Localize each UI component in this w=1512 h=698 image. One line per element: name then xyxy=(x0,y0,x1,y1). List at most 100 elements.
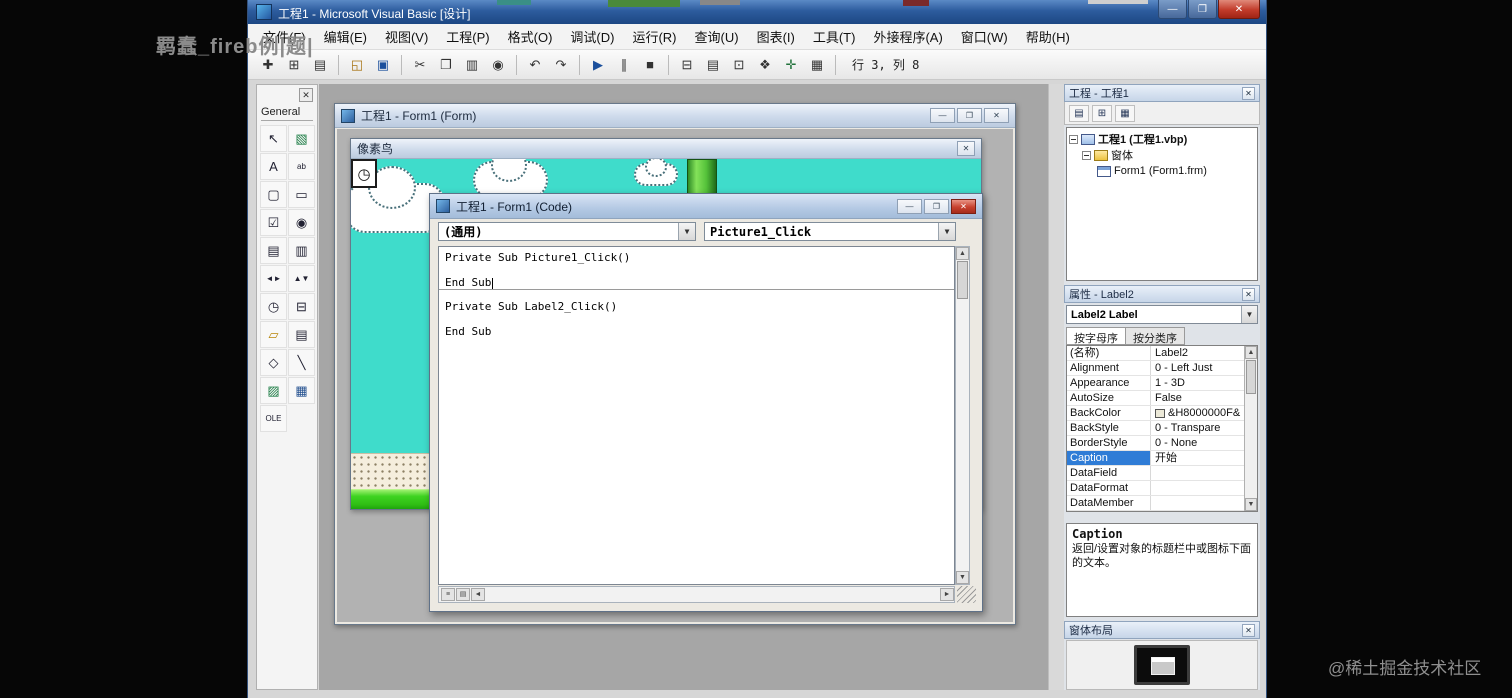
break-button[interactable]: ∥ xyxy=(612,53,636,77)
redo-button[interactable]: ↷ xyxy=(549,53,573,77)
scroll-down-icon[interactable]: ▼ xyxy=(1245,498,1257,511)
procedure-view-button[interactable]: ≡ xyxy=(441,588,455,601)
form-designer-titlebar[interactable]: 工程1 - Form1 (Form) xyxy=(335,104,1015,128)
toolbox-close-icon[interactable] xyxy=(299,88,313,102)
chevron-down-icon[interactable]: ▼ xyxy=(1241,306,1257,323)
tool-combobox[interactable]: ▤ xyxy=(260,237,287,264)
tab-categorized[interactable]: 按分类序 xyxy=(1125,327,1185,345)
tool-dirlistbox[interactable]: ▱ xyxy=(260,321,287,348)
form-position-thumbnail[interactable] xyxy=(1151,657,1175,675)
form-layout-button[interactable]: ⊡ xyxy=(727,53,751,77)
tool-vscrollbar[interactable]: ▲▼ xyxy=(288,265,315,292)
menu-item-debug[interactable]: 调试(D) xyxy=(561,24,623,49)
menu-item-query[interactable]: 查询(U) xyxy=(686,24,748,49)
timer-control-icon[interactable]: ◷ xyxy=(351,159,377,188)
close-icon[interactable] xyxy=(1242,86,1255,100)
code-window-titlebar[interactable]: 工程1 - Form1 (Code) xyxy=(430,194,982,219)
menu-item-help[interactable]: 帮助(H) xyxy=(1017,24,1079,49)
vertical-scrollbar[interactable]: ▲ ▼ xyxy=(1244,346,1257,511)
menu-item-view[interactable]: 视图(V) xyxy=(376,24,437,49)
start-button[interactable]: ▶ xyxy=(586,53,610,77)
tool-line[interactable]: ╲ xyxy=(288,349,315,376)
property-row[interactable]: Alignment 0 - Left Just xyxy=(1067,361,1257,376)
tool-listbox[interactable]: ▥ xyxy=(288,237,315,264)
scroll-up-icon[interactable]: ▲ xyxy=(1245,346,1257,359)
cut-button[interactable]: ✂ xyxy=(408,53,432,77)
close-button[interactable]: ✕ xyxy=(1218,0,1260,19)
property-row[interactable]: BorderStyle 0 - None xyxy=(1067,436,1257,451)
undo-button[interactable]: ↶ xyxy=(523,53,547,77)
tool-checkbox[interactable]: ☑ xyxy=(260,209,287,236)
chevron-down-icon[interactable]: ▼ xyxy=(938,223,955,240)
copy-button[interactable]: ❐ xyxy=(434,53,458,77)
resize-grip[interactable] xyxy=(957,586,976,603)
form-layout-header[interactable]: 窗体布局 xyxy=(1064,621,1260,639)
tool-timer[interactable]: ◷ xyxy=(260,293,287,320)
property-row[interactable]: (名称) Label2 xyxy=(1067,346,1257,361)
object-browser-button[interactable]: ❖ xyxy=(753,53,777,77)
minimize-button[interactable] xyxy=(897,198,922,214)
vertical-scrollbar[interactable]: ▲ ▼ xyxy=(955,246,970,585)
procedure-dropdown[interactable]: Picture1_Click ▼ xyxy=(704,222,956,241)
save-project-button[interactable]: ▣ xyxy=(371,53,395,77)
menu-item-format[interactable]: 格式(O) xyxy=(499,24,562,49)
tool-pointer[interactable]: ↖ xyxy=(260,125,287,152)
property-row[interactable]: AutoSize False xyxy=(1067,391,1257,406)
property-row[interactable]: DataMember xyxy=(1067,496,1257,511)
minimize-button[interactable] xyxy=(930,108,955,123)
tool-label[interactable]: A xyxy=(260,153,287,180)
toolbox-tab-general[interactable]: General xyxy=(261,106,313,121)
view-object-button[interactable]: ⊞ xyxy=(1092,104,1112,122)
tool-frame[interactable]: ▢ xyxy=(260,181,287,208)
property-row[interactable]: BackStyle 0 - Transpare xyxy=(1067,421,1257,436)
close-button[interactable] xyxy=(951,198,976,214)
object-dropdown[interactable]: (通用) ▼ xyxy=(438,222,696,241)
open-project-button[interactable]: ◱ xyxy=(345,53,369,77)
chevron-down-icon[interactable]: ▼ xyxy=(678,223,695,240)
property-row[interactable]: DataField xyxy=(1067,466,1257,481)
close-button[interactable] xyxy=(984,108,1009,123)
tool-hscrollbar[interactable]: ◄► xyxy=(260,265,287,292)
tool-image[interactable]: ▨ xyxy=(260,377,287,404)
game-form-titlebar[interactable]: 像素鸟 xyxy=(351,139,981,159)
properties-window-button[interactable]: ▤ xyxy=(701,53,725,77)
scroll-left-icon[interactable]: ◄ xyxy=(471,588,485,601)
find-button[interactable]: ◉ xyxy=(486,53,510,77)
toolbox-button[interactable]: ✛ xyxy=(779,53,803,77)
tree-node-form1[interactable]: Form1 (Form1.frm) xyxy=(1069,163,1255,179)
view-code-button[interactable]: ▤ xyxy=(1069,104,1089,122)
scroll-up-icon[interactable]: ▲ xyxy=(956,247,969,260)
tool-picturebox[interactable]: ▧ xyxy=(288,125,315,152)
minimize-button[interactable]: — xyxy=(1158,0,1187,19)
maximize-button[interactable]: ❐ xyxy=(1188,0,1217,19)
maximize-button[interactable] xyxy=(924,198,949,214)
properties-header[interactable]: 属性 - Label2 xyxy=(1064,285,1260,303)
collapse-icon[interactable] xyxy=(1082,150,1091,160)
menu-item-addins[interactable]: 外接程序(A) xyxy=(864,24,951,49)
close-button[interactable] xyxy=(957,141,975,156)
project-explorer-header[interactable]: 工程 - 工程1 xyxy=(1064,84,1260,102)
scrollbar-thumb[interactable] xyxy=(957,261,968,299)
tool-textbox[interactable]: ab xyxy=(288,153,315,180)
scrollbar-thumb[interactable] xyxy=(1246,360,1256,394)
restore-button[interactable] xyxy=(957,108,982,123)
tool-shape[interactable]: ◇ xyxy=(260,349,287,376)
scroll-right-icon[interactable]: ► xyxy=(940,588,954,601)
tab-alphabetic[interactable]: 按字母序 xyxy=(1066,327,1126,345)
menu-item-run[interactable]: 运行(R) xyxy=(623,24,685,49)
close-icon[interactable] xyxy=(1242,287,1255,301)
property-row-backcolor[interactable]: BackColor &H8000000F& xyxy=(1067,406,1257,421)
end-button[interactable]: ■ xyxy=(638,53,662,77)
horizontal-scrollbar[interactable]: ≡ ▤ ◄ ► xyxy=(438,586,955,603)
full-module-view-button[interactable]: ▤ xyxy=(456,588,470,601)
property-row[interactable]: Appearance 1 - 3D xyxy=(1067,376,1257,391)
tool-commandbutton[interactable]: ▭ xyxy=(288,181,315,208)
project-explorer-button[interactable]: ⊟ xyxy=(675,53,699,77)
tree-node-project[interactable]: 工程1 (工程1.vbp) xyxy=(1069,131,1255,147)
tool-filelistbox[interactable]: ▤ xyxy=(288,321,315,348)
toggle-folders-button[interactable]: ▦ xyxy=(1115,104,1135,122)
close-icon[interactable] xyxy=(1242,623,1255,637)
menu-item-edit[interactable]: 编辑(E) xyxy=(315,24,376,49)
menu-item-project[interactable]: 工程(P) xyxy=(437,24,498,49)
menu-item-window[interactable]: 窗口(W) xyxy=(952,24,1017,49)
